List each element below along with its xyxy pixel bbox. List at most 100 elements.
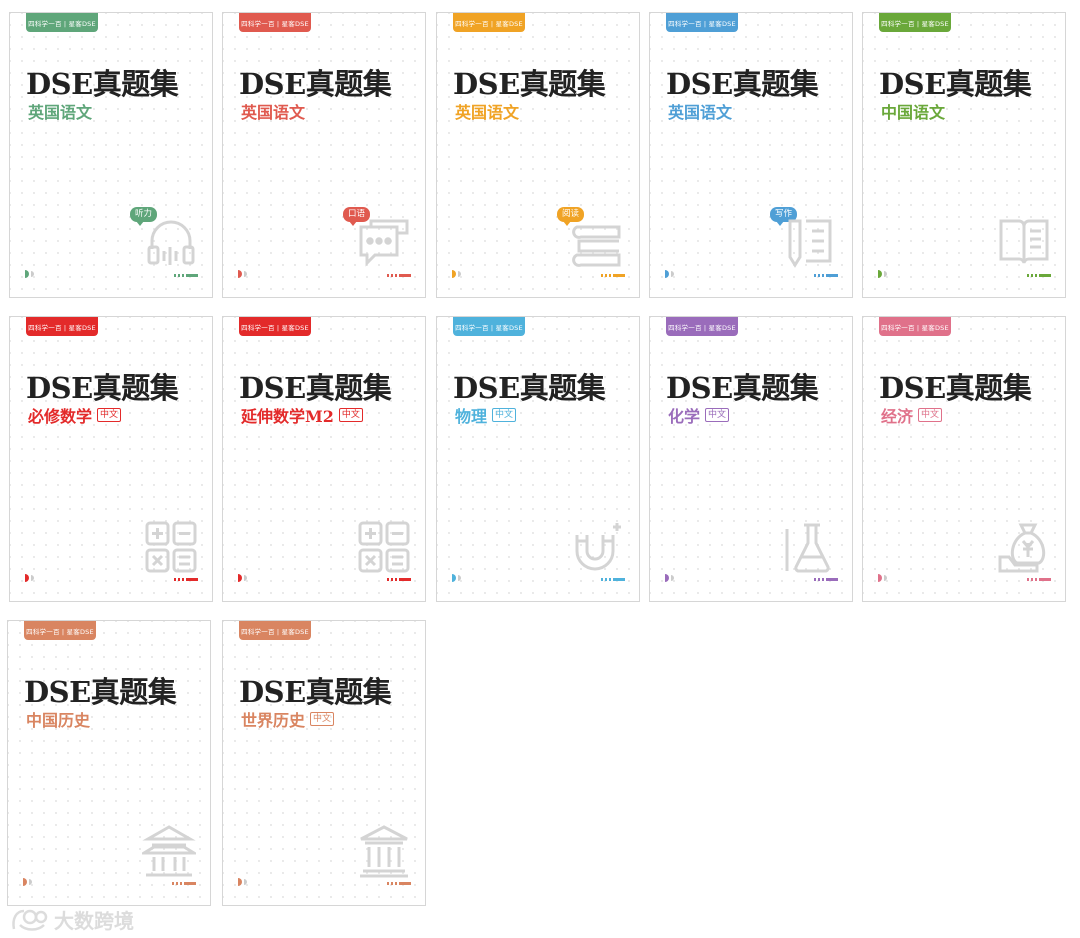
cover-title: DSE真题集 [24,675,177,709]
book-cover-card[interactable]: 四科学一百 | 星客DSE DSE真题集 中国历史 [7,620,211,906]
subject-name: 经济 [881,407,914,426]
book-cover-card[interactable]: 四科学一百 | 星客DSE DSE真题集 中国语文 [862,12,1066,298]
subject-name: 英国语文 [241,103,306,122]
book-cover-grid: 四科学一百 | 星客DSE DSE真题集 英国语文 听力 四科学一百 | 星客D… [0,0,1080,938]
headphones-icon [147,220,195,265]
calculator-icon [358,521,410,573]
cover-subject: 英国语文 [28,99,92,123]
flask-icon [785,523,830,573]
cover-title: DSE真题集 [239,67,392,101]
book-cover-card[interactable]: 四科学一百 | 星客DSE DSE真题集 物理 中文 [436,316,640,602]
brand-tab: 四科学一百 | 星客DSE [239,317,311,336]
brand-dash-mark [174,274,198,277]
writing-icon [788,219,832,268]
subject-name: 英国语文 [28,103,93,122]
brand-tab: 四科学一百 | 星客DSE [26,317,98,336]
subject-name: 物理 [455,407,488,426]
calculator-icon [145,521,197,573]
cover-subject: 英国语文 [455,99,519,123]
cover-subject: 中国历史 [26,707,90,731]
brand-tab: 四科学一百 | 星客DSE [666,317,738,336]
brand-dot-mark [452,574,461,582]
brand-dot-mark [878,270,887,278]
subject-name: 延伸数学M2 [241,407,334,426]
brand-dot-mark [665,574,674,582]
brand-dash-mark [387,274,411,277]
language-badge: 中文 [705,408,730,422]
brand-dot-mark [238,270,247,278]
book-cover-card[interactable]: 四科学一百 | 星客DSE DSE真题集 经济 中文 [862,316,1066,602]
cover-title: DSE真题集 [239,675,392,709]
museum-icon [360,825,408,878]
cover-subject: 物理 中文 [455,403,517,427]
language-badge: 中文 [310,712,335,726]
brand-dash-mark [814,274,838,277]
cover-title: DSE真题集 [26,371,179,405]
cover-subject: 经济 中文 [881,403,943,427]
brand-dot-mark [25,270,34,278]
brand-dot-mark [238,574,247,582]
cover-title: DSE真题集 [666,371,819,405]
brand-dash-mark [601,578,625,581]
magnet-icon [575,523,621,571]
brand-dash-mark [1027,274,1051,277]
book-cover-card[interactable]: 四科学一百 | 星客DSE DSE真题集 必修数学 中文 [9,316,213,602]
brand-dot-mark [238,878,247,886]
brand-dash-mark [814,578,838,581]
cover-subject: 延伸数学M2 中文 [241,403,363,427]
language-badge: 中文 [492,408,517,422]
language-badge: 中文 [97,408,122,422]
book-cover-card[interactable]: 四科学一百 | 星客DSE DSE真题集 英国语文 口语 [222,12,426,298]
watermark-text: 大数跨境 [54,909,134,933]
cover-title: DSE真题集 [26,67,179,101]
brand-tab: 四科学一百 | 星客DSE [879,317,951,336]
brand-dash-mark [172,882,196,885]
brand-dot-mark [23,878,32,886]
brand-tab: 四科学一百 | 星客DSE [453,317,525,336]
subject-name: 英国语文 [668,103,733,122]
subject-name: 英国语文 [455,103,520,122]
brand-dash-mark [174,578,198,581]
subject-name: 必修数学 [28,407,93,426]
cover-subject: 世界历史 中文 [241,707,335,731]
subject-name: 世界历史 [241,711,306,730]
book-cover-card[interactable]: 四科学一百 | 星客DSE DSE真题集 化学 中文 [649,316,853,602]
brand-tab: 四科学一百 | 星客DSE [24,621,96,640]
cover-subject: 英国语文 [241,99,305,123]
language-badge: 中文 [338,408,363,422]
subject-name: 中国历史 [26,711,91,730]
chat-icon [359,219,409,267]
book-cover-card[interactable]: 四科学一百 | 星客DSE DSE真题集 世界历史 中文 [222,620,426,906]
brand-tab: 四科学一百 | 星客DSE [666,13,738,32]
cover-title: DSE真题集 [666,67,819,101]
cover-subject: 英国语文 [668,99,732,123]
cover-title: DSE真题集 [453,371,606,405]
book-stack-icon [572,225,621,267]
brand-tab: 四科学一百 | 星客DSE [26,13,98,32]
brand-dot-mark [25,574,34,582]
brand-tab: 四科学一百 | 星客DSE [239,13,311,32]
book-cover-card[interactable]: 四科学一百 | 星客DSE DSE真题集 英国语文 阅读 [436,12,640,298]
brand-dash-mark [601,274,625,277]
book-cover-card[interactable]: 四科学一百 | 星客DSE DSE真题集 英国语文 写作 [649,12,853,298]
cover-title: DSE真题集 [453,67,606,101]
brand-dot-mark [878,574,887,582]
brand-dash-mark [387,882,411,885]
cover-title: DSE真题集 [239,371,392,405]
subject-name: 中国语文 [881,103,946,122]
book-cover-card[interactable]: 四科学一百 | 星客DSE DSE真题集 英国语文 听力 [9,12,213,298]
brand-dash-mark [1027,578,1051,581]
cover-subject: 中国语文 [881,99,945,123]
watermark-logo-icon [12,909,48,931]
brand-dash-mark [387,578,411,581]
language-badge: 中文 [918,408,943,422]
cover-subject: 化学 中文 [668,403,730,427]
cover-title: DSE真题集 [879,371,1032,405]
brand-tab: 四科学一百 | 星客DSE [879,13,951,32]
book-cover-card[interactable]: 四科学一百 | 星客DSE DSE真题集 延伸数学M2 中文 [222,316,426,602]
brand-tab: 四科学一百 | 星客DSE [239,621,311,640]
pavilion-icon [142,825,196,877]
brand-dot-mark [665,270,674,278]
cover-subject: 必修数学 中文 [28,403,122,427]
subject-name: 化学 [668,407,701,426]
